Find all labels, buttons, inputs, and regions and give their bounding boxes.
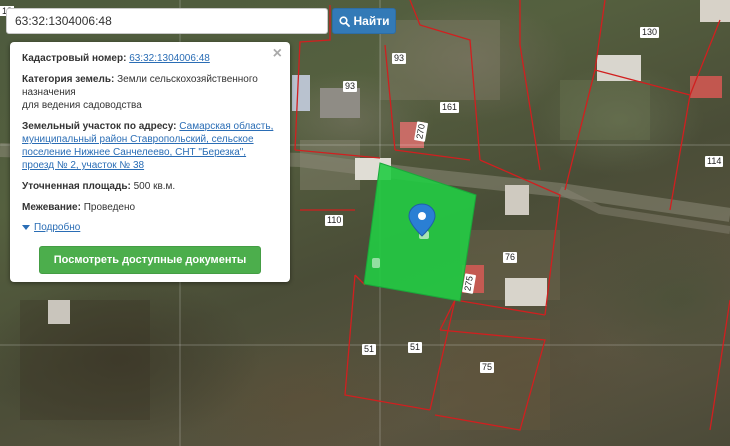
close-icon[interactable]: × [273, 46, 282, 62]
plot-label: 130 [640, 27, 660, 38]
area-row: Уточненная площадь: 500 кв.м. [22, 180, 278, 193]
address-label: Земельный участок по адресу: [22, 121, 177, 132]
search-button[interactable]: Найти [332, 8, 396, 34]
plot-label: 114 [705, 156, 724, 167]
survey-row: Межевание: Проведено [22, 201, 278, 214]
search-input[interactable]: 63:32:1304006:48 [6, 8, 328, 34]
chevron-down-icon [22, 225, 30, 230]
area-value: 500 кв.м. [133, 181, 176, 192]
plot-label: 110 [325, 215, 344, 226]
survey-value: Проведено [83, 202, 136, 213]
survey-label: Межевание: [22, 202, 81, 213]
parcel-info-popup: × Кадастровый номер: 63:32:1304006:48 Ка… [10, 42, 290, 282]
cadastral-number-label: Кадастровый номер: [22, 53, 127, 64]
plot-label: 76 [503, 252, 518, 263]
plot-label: 93 [343, 81, 358, 92]
plot-label: 51 [408, 342, 423, 353]
details-toggle[interactable]: Подробно [22, 221, 278, 234]
plot-label: 75 [480, 362, 495, 373]
cadastral-number-link[interactable]: 63:32:1304006:48 [129, 53, 210, 64]
plot-label: 161 [440, 102, 460, 113]
area-label: Уточненная площадь: [22, 181, 131, 192]
details-toggle-label: Подробно [34, 222, 81, 233]
land-use-value: для ведения садоводства [22, 100, 142, 111]
plot-label: 51 [362, 344, 377, 355]
view-documents-button[interactable]: Посмотреть доступные документы [39, 246, 261, 274]
land-category-row: Категория земель: Земли сельскохозяйстве… [22, 73, 278, 112]
search-icon [338, 15, 350, 27]
search-button-label: Найти [353, 14, 390, 28]
plot-label: 93 [392, 53, 407, 64]
address-row: Земельный участок по адресу: Самарская о… [22, 120, 278, 172]
land-category-label: Категория земель: [22, 74, 115, 85]
cadastral-number-row: Кадастровый номер: 63:32:1304006:48 [22, 52, 278, 65]
